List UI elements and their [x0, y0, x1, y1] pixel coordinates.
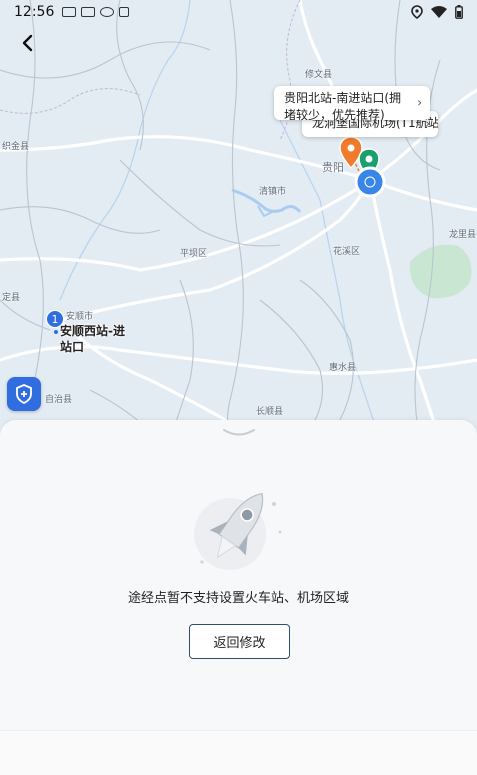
place-label-ding: 定县 [2, 293, 21, 303]
via-point-dot [54, 330, 58, 334]
status-time: 12:56 [14, 4, 55, 20]
notification-icon [81, 7, 96, 17]
place-label-qingzhen: 清镇市 [259, 187, 287, 197]
alarm-icon [100, 7, 115, 17]
place-label-longli: 龙里县 [449, 230, 477, 240]
location-icon [411, 5, 423, 19]
place-label-anshun: 安顺市 [66, 312, 94, 322]
rocket-illustration [194, 492, 282, 570]
map-view[interactable]: 修文县 织金县 贵阳 清镇市 平坝区 花溪区 龙里县 定县 安顺市 自治县 惠水… [0, 0, 477, 440]
chevron-down-icon [222, 429, 255, 436]
shield-icon [16, 384, 32, 404]
return-edit-button[interactable]: 返回修改 [189, 624, 290, 659]
safety-shield-button[interactable] [7, 377, 41, 411]
app-notification-icon [119, 7, 130, 17]
place-label-huaxi: 花溪区 [333, 247, 361, 257]
status-bar: 12:56 [0, 0, 477, 24]
callout-guiyang-north-text: 贵阳北站-南进站口(拥堵较少，优先推荐) [284, 91, 402, 120]
place-label-pingba: 平坝区 [180, 249, 208, 259]
bottom-bar [0, 730, 477, 775]
place-label-xiuwen: 修文县 [305, 70, 333, 80]
bottom-sheet: 途经点暂不支持设置火车站、机场区域 返回修改 [0, 420, 477, 730]
current-location-icon [354, 166, 386, 198]
place-label-zizhi: 自治县 [45, 395, 73, 405]
back-arrow-icon [22, 34, 33, 52]
sheet-collapse-handle[interactable] [222, 424, 256, 443]
callout-guiyang-north[interactable]: 贵阳北站-南进站口(拥堵较少，优先推荐) › [274, 86, 430, 120]
notification-icon [62, 7, 77, 17]
wifi-icon [431, 6, 447, 18]
place-label-changshun: 长顺县 [256, 407, 284, 417]
error-message: 途经点暂不支持设置火车站、机场区域 [127, 591, 349, 606]
back-button[interactable] [14, 30, 40, 56]
map-base [0, 0, 477, 440]
chevron-right-icon: › [417, 95, 422, 110]
place-label-zhijin: 织金县 [2, 142, 30, 152]
battery-icon [455, 5, 463, 19]
place-label-huishui: 惠水县 [329, 363, 357, 373]
via-point-label: 安顺西站-进站口 [60, 324, 125, 354]
